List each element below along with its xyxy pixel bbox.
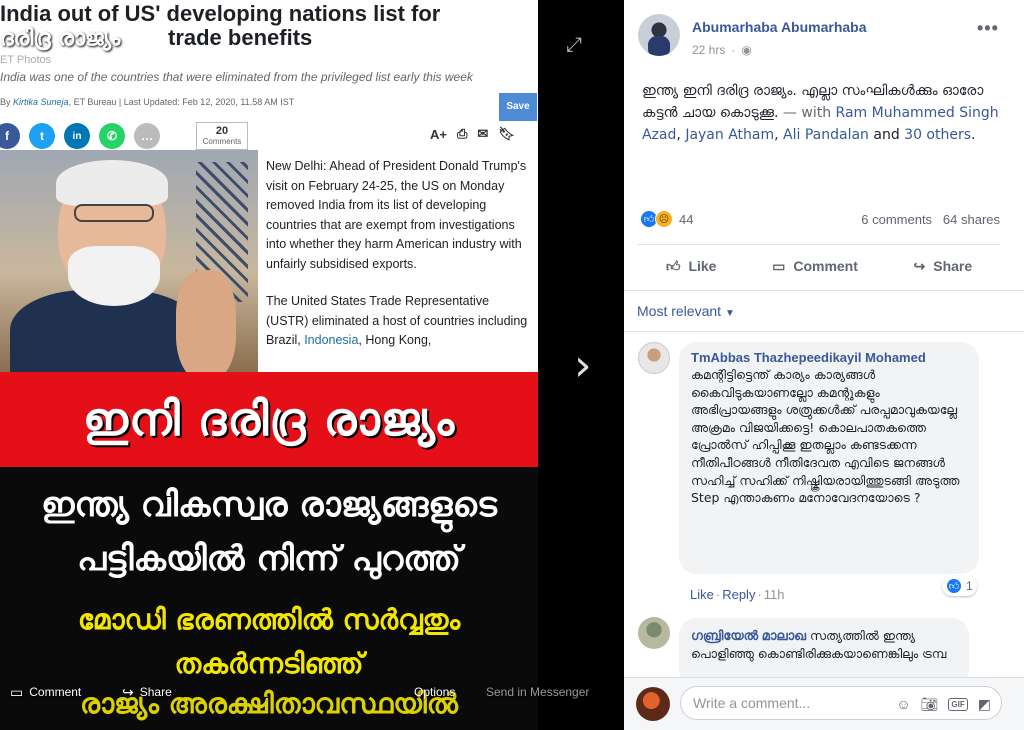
comment-bubble: TmAbbas Thazhepeedikayil Mohamed കമന്റിട…: [679, 342, 979, 574]
comment-icon: ▭: [10, 683, 24, 700]
comment-share-counts: 6 comments 64 shares: [861, 212, 1000, 227]
post-time[interactable]: 22 hrs: [692, 43, 725, 57]
image-article-text: New Delhi: Ahead of President Donald Tru…: [266, 159, 528, 347]
bookmark-icon: 🔖︎: [498, 126, 515, 141]
viewer-action-bar: ▭ Comment ↪ Share Options Send in Messen…: [0, 678, 624, 706]
comment-bubble-icon: …: [134, 123, 160, 149]
image-headline: India out of US' developing nations list…: [0, 1, 441, 26]
banner-line: പട്ടികയിൽ നിന്ന് പുറത്ത്: [77, 539, 461, 579]
mail-icon: ✉: [477, 126, 489, 141]
comment-actions: Like · Reply · 11h: [690, 587, 785, 602]
divider: [638, 244, 1000, 245]
image-comments-box: 20 Comments: [196, 122, 248, 150]
share-icon: ↪: [122, 683, 134, 700]
sad-reaction-icon: ☹: [655, 210, 673, 228]
comment-button[interactable]: ▭ Comment: [772, 258, 858, 275]
comment-text: കമന്റിട്ടിട്ടെന്ത് കാര്യം കാര്യങ്ങൾ കൈവി…: [691, 367, 960, 506]
image-save-button: Save: [499, 93, 537, 121]
author-avatar[interactable]: [638, 14, 680, 56]
whatsapp-icon: ✆: [99, 123, 125, 149]
commenter-name[interactable]: ഗബ്രിയേൽ മാലാഖ: [691, 628, 806, 643]
send-in-messenger-button[interactable]: Send in Messenger: [486, 685, 589, 699]
image-tools: A+ ⎙ ✉ 🔖︎: [430, 126, 515, 142]
comment-bubble: ഗബ്രിയേൽ മാലാഖ സത്യത്തിൽ ഇന്ത്യ പൊളിഞ്ഞു…: [679, 618, 969, 677]
camera-icon[interactable]: 📷︎: [921, 696, 939, 713]
shared-image[interactable]: India out of US' developing nations list…: [0, 0, 538, 730]
post-actions: 👍︎ Like ▭ Comment ↪ Share: [638, 246, 1000, 286]
image-share-icons: f t in ✆ …: [0, 122, 160, 150]
font-size-icon: A+: [430, 126, 447, 142]
like-reaction-icon: 👍︎: [946, 578, 962, 594]
red-banner: ഇനി ദരിദ്ര രാജ്യം: [0, 372, 538, 467]
comment-sort-dropdown[interactable]: Most relevant ▼: [637, 303, 735, 319]
commenter-avatar[interactable]: [638, 617, 670, 649]
image-headline-overlay: ദരിദ്ര രാജ്യം: [0, 26, 121, 51]
caret-down-icon: ▼: [724, 308, 735, 319]
viewer-options-button[interactable]: Options: [414, 685, 455, 699]
banner-line: തകർന്നടിഞ്ഞ്: [174, 647, 364, 680]
twitter-icon: t: [29, 123, 55, 149]
image-byline: By Kirtika Suneja, ET Bureau | Last Upda…: [0, 97, 295, 107]
post-sidebar: Abumarhaba Abumarhaba 22 hrs · ◉ ••• ഇന്…: [624, 0, 1024, 730]
comment-like-link[interactable]: Like: [690, 587, 714, 602]
divider: [624, 331, 1024, 332]
globe-icon[interactable]: ◉: [741, 43, 751, 57]
comment-text: ഗബ്രിയേൽ മാലാഖ സത്യത്തിൽ ഇന്ത്യ പൊളിഞ്ഞു…: [691, 628, 947, 661]
tagged-user[interactable]: Jayan Atham: [685, 127, 774, 143]
post-text: ഇന്ത്യ ഇനി ദരിദ്ര രാജ്യം. എല്ലാ സംഘികൾക്…: [642, 83, 999, 143]
image-subtitle: India was one of the countries that were…: [0, 70, 473, 84]
photo-viewer: India out of US' developing nations list…: [0, 0, 624, 730]
facebook-icon: f: [0, 123, 20, 149]
current-user-avatar: [636, 687, 670, 721]
comment-icon: ▭: [772, 257, 786, 274]
sticker-icon[interactable]: ◩: [978, 696, 991, 713]
portrait-photo: [0, 150, 258, 372]
banner-line: ഇന്ത്യ വികസ്വര രാജ്യങ്ങളുടെ: [41, 485, 497, 525]
comment-reply-link[interactable]: Reply: [722, 587, 755, 602]
thumbs-up-icon: 👍︎: [665, 257, 681, 274]
shares-count-link[interactable]: 64 shares: [943, 212, 1000, 227]
tagged-others-link[interactable]: 30 others: [904, 127, 971, 143]
share-button[interactable]: ↪ Share: [914, 258, 973, 275]
comment-reactions[interactable]: 👍︎ 1: [942, 576, 977, 596]
print-icon: ⎙: [456, 126, 468, 141]
gif-icon[interactable]: GIF: [948, 697, 968, 711]
linkedin-icon: in: [64, 123, 90, 149]
more-options-icon[interactable]: •••: [977, 18, 999, 39]
commenter-avatar[interactable]: [638, 342, 670, 374]
author-name[interactable]: Abumarhaba Abumarhaba: [692, 19, 867, 35]
image-headline-tail: trade benefits: [168, 25, 313, 50]
viewer-comment-button[interactable]: ▭ Comment: [10, 684, 81, 701]
comment-composer: Write a comment... ☺ 📷︎ GIF ◩: [624, 677, 1024, 730]
composer-icons: ☺ 📷︎ GIF ◩: [896, 687, 991, 721]
comments-list: Most relevant ▼ TmAbbas Thazhepeedikayil…: [624, 291, 1024, 677]
post-header: Abumarhaba Abumarhaba 22 hrs · ◉: [638, 14, 867, 57]
post-meta: 22 hrs · ◉: [692, 43, 752, 57]
fullscreen-expand-icon[interactable]: ⤢: [566, 34, 582, 57]
photo-theater: India out of US' developing nations list…: [0, 0, 1024, 730]
image-source-tag: ET Photos: [0, 54, 52, 66]
emoji-icon[interactable]: ☺: [896, 696, 910, 712]
comment-input[interactable]: Write a comment... ☺ 📷︎ GIF ◩: [680, 686, 1002, 720]
comments-count-link[interactable]: 6 comments: [861, 212, 932, 227]
banner-line: മോഡി ഭരണത്തിൽ സർവ്വതും: [77, 603, 461, 636]
viewer-share-button[interactable]: ↪ Share: [122, 684, 172, 701]
next-photo-icon[interactable]: ›: [574, 344, 592, 388]
like-button[interactable]: 👍︎ Like: [666, 258, 717, 275]
share-icon: ↪: [913, 257, 926, 274]
comment-time[interactable]: 11h: [764, 587, 785, 602]
tagged-user[interactable]: Ali Pandalan: [783, 127, 869, 143]
commenter-name[interactable]: TmAbbas Thazhepeedikayil Mohamed: [691, 350, 967, 365]
